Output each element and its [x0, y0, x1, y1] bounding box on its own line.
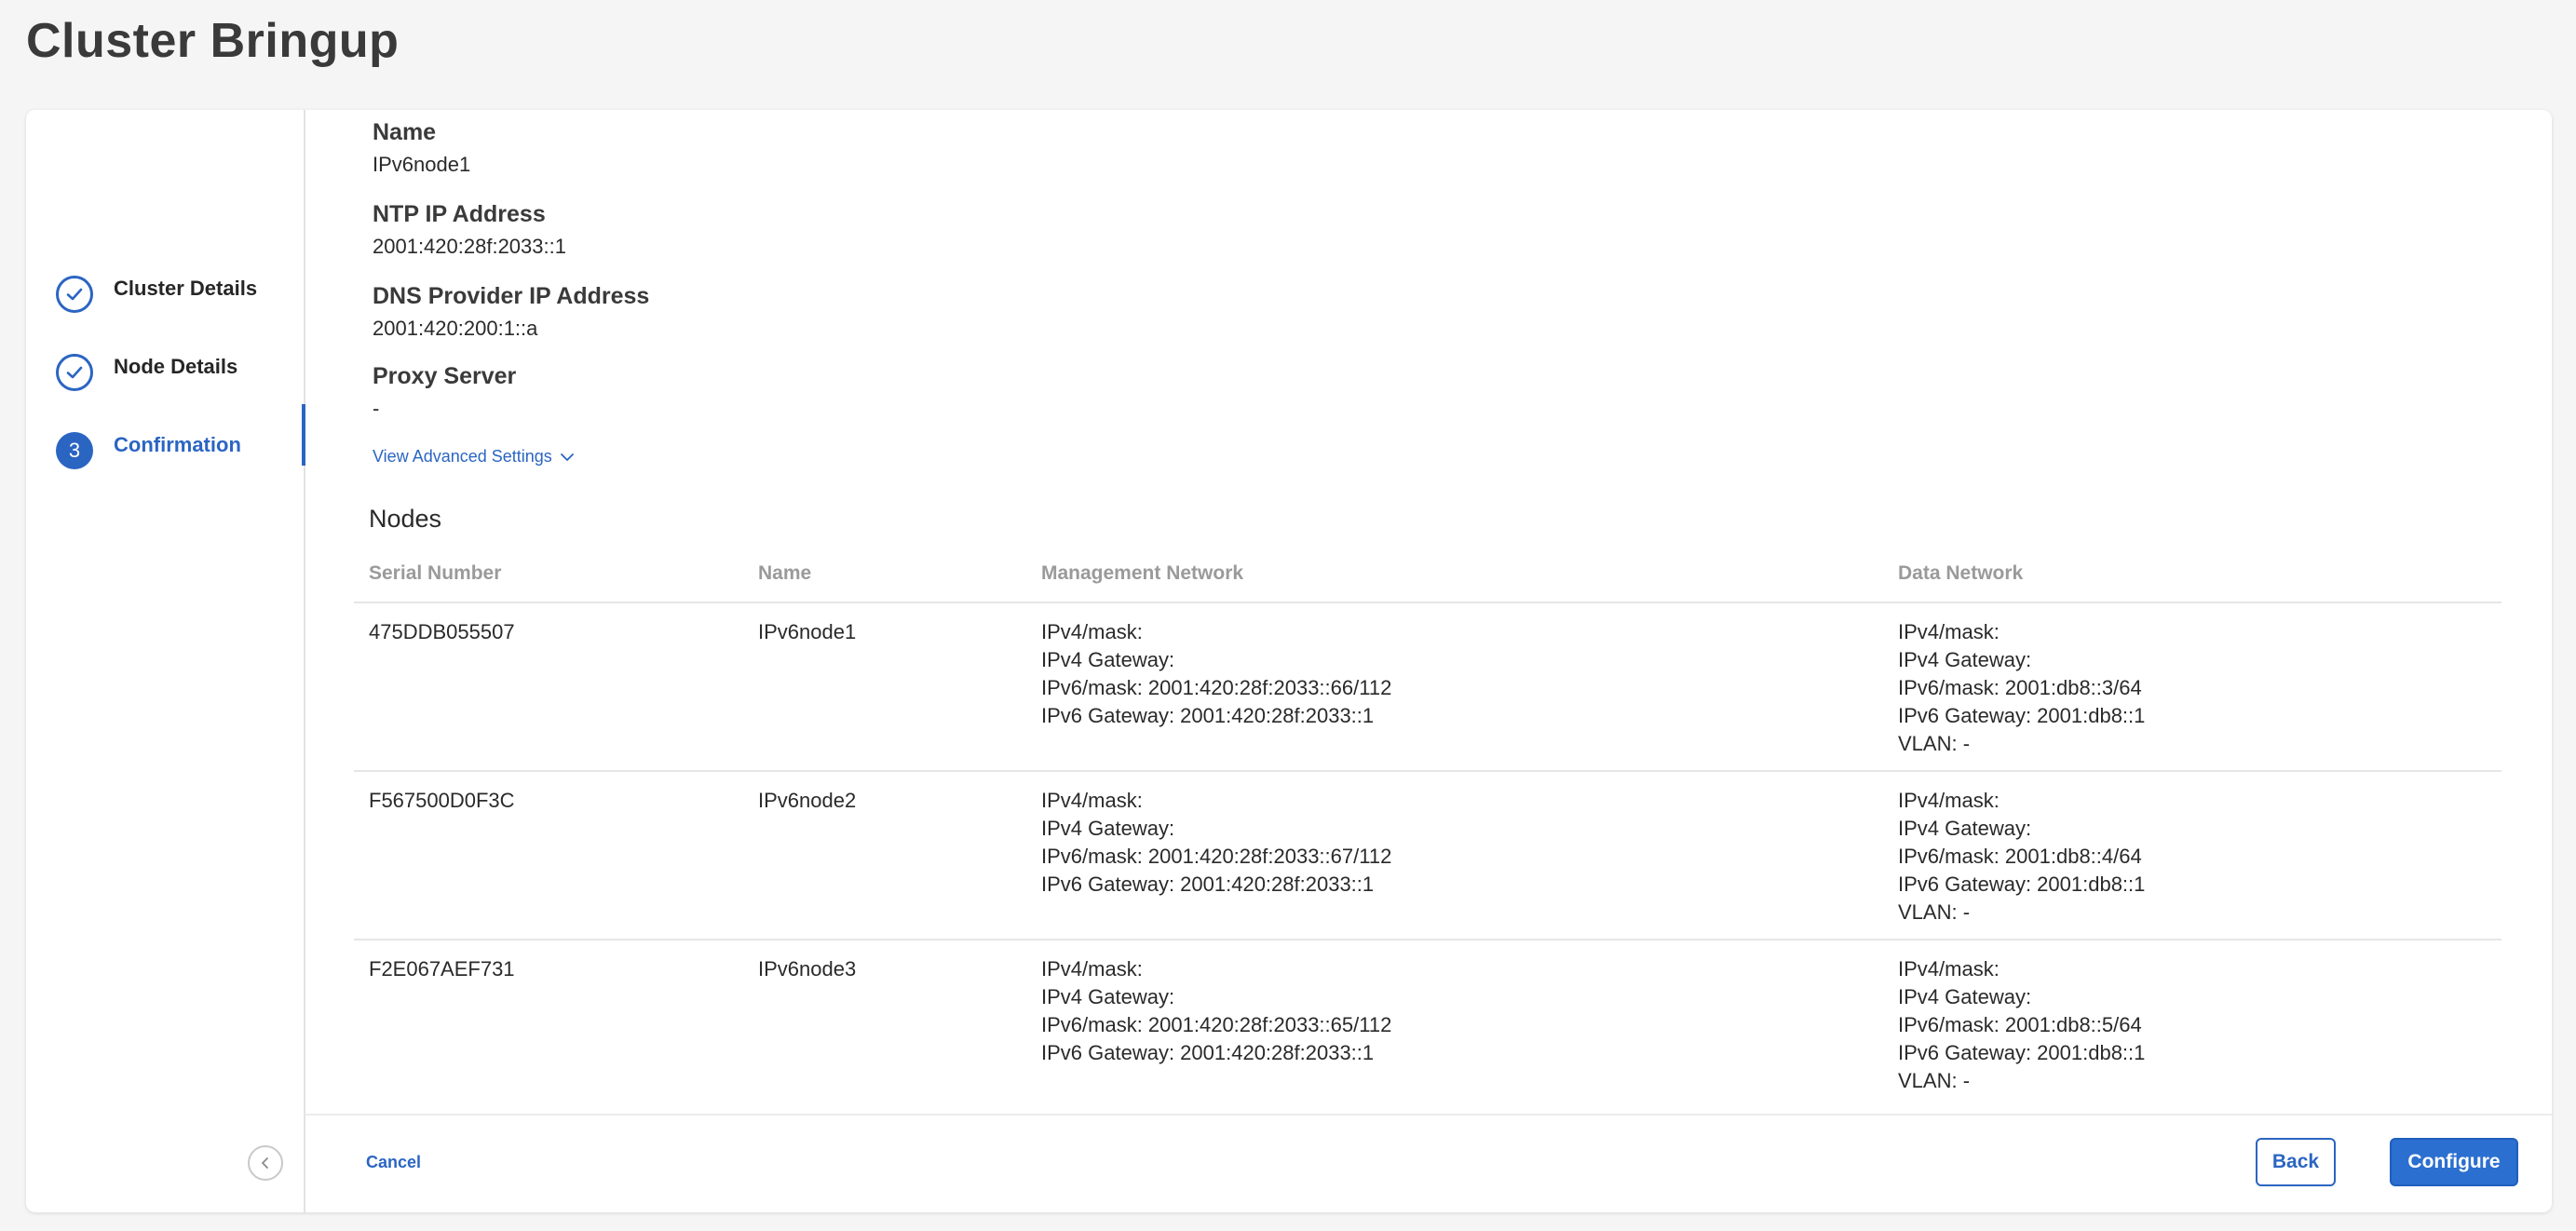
management-line: IPv4 Gateway:: [1041, 648, 1175, 671]
management-line: IPv6/mask: 2001:420:28f:2033::65/112: [1041, 1013, 1392, 1036]
check-icon: [56, 354, 93, 391]
cell-data-network: IPv4/mask: IPv4 Gateway: IPv6/mask: 2001…: [1883, 940, 2501, 1108]
table-header-row: Serial Number Name Management Network Da…: [354, 548, 2501, 603]
column-header-name: Name: [743, 548, 1026, 603]
field-label-ntp: NTP IP Address: [373, 201, 546, 227]
step-node-details[interactable]: Node Details: [56, 345, 304, 400]
cell-management: IPv4/mask: IPv4 Gateway: IPv6/mask: 2001…: [1026, 602, 1883, 772]
management-line: IPv6/mask: 2001:420:28f:2033::67/112: [1041, 845, 1392, 868]
view-advanced-settings-link[interactable]: View Advanced Settings: [373, 447, 575, 467]
step-number-badge: 3: [56, 432, 93, 469]
management-line: IPv4/mask:: [1041, 957, 1143, 981]
step-label: Cluster Details: [114, 277, 258, 300]
nodes-section-title: Nodes: [369, 505, 442, 533]
table-row: F2E067AEF731 IPv6node3 IPv4/mask: IPv4 G…: [354, 940, 2501, 1108]
collapse-sidebar-button[interactable]: [248, 1145, 283, 1181]
table-row: F567500D0F3C IPv6node2 IPv4/mask: IPv4 G…: [354, 771, 2501, 940]
column-header-management: Management Network: [1026, 548, 1883, 603]
confirmation-content: Name IPv6node1 NTP IP Address 2001:420:2…: [305, 110, 2552, 1116]
management-line: IPv6/mask: 2001:420:28f:2033::66/112: [1041, 676, 1392, 699]
data-network-line: IPv6 Gateway: 2001:db8::1: [1898, 704, 2146, 727]
cell-management: IPv4/mask: IPv4 Gateway: IPv6/mask: 2001…: [1026, 940, 1883, 1108]
management-line: IPv6 Gateway: 2001:420:28f:2033::1: [1041, 704, 1375, 727]
column-header-serial: Serial Number: [354, 548, 743, 603]
data-network-line: VLAN: -: [1898, 732, 1971, 755]
data-network-line: IPv4/mask:: [1898, 957, 2000, 981]
management-line: IPv4/mask:: [1041, 620, 1143, 643]
management-line: IPv4/mask:: [1041, 789, 1143, 812]
data-network-line: IPv4 Gateway:: [1898, 648, 2032, 671]
cell-serial: F567500D0F3C: [354, 771, 743, 940]
step-cluster-details[interactable]: Cluster Details: [56, 266, 304, 322]
field-label-name: Name: [373, 119, 437, 145]
cell-name: IPv6node3: [758, 957, 857, 981]
page-title: Cluster Bringup: [26, 14, 400, 68]
management-line: IPv4 Gateway:: [1041, 817, 1175, 840]
field-value-dns: 2001:420:200:1::a: [373, 317, 538, 340]
field-value-ntp: 2001:420:28f:2033::1: [373, 235, 566, 258]
cell-serial: F2E067AEF731: [369, 957, 515, 981]
data-network-line: IPv4/mask:: [1898, 789, 2000, 812]
field-value-proxy: -: [373, 397, 380, 420]
field-value-name: IPv6node1: [373, 153, 471, 176]
cancel-button[interactable]: Cancel: [366, 1153, 421, 1172]
back-button[interactable]: Back: [2256, 1138, 2336, 1186]
step-label: Confirmation: [114, 433, 241, 456]
column-header-data: Data Network: [1883, 548, 2501, 603]
advanced-link-label: View Advanced Settings: [373, 447, 552, 466]
management-line: IPv4 Gateway:: [1041, 985, 1175, 1008]
management-line: IPv6 Gateway: 2001:420:28f:2033::1: [1041, 873, 1375, 896]
data-network-line: IPv4/mask:: [1898, 620, 2000, 643]
data-network-line: IPv6/mask: 2001:db8::3/64: [1898, 676, 2142, 699]
cell-serial: 475DDB055507: [354, 602, 743, 772]
data-network-line: IPv4 Gateway:: [1898, 985, 2032, 1008]
field-label-dns: DNS Provider IP Address: [373, 283, 650, 309]
wizard-stepper: Cluster Details Node Details 3 Confirmat…: [26, 110, 305, 1212]
step-label: Node Details: [114, 355, 238, 378]
data-network-line: IPv6 Gateway: 2001:db8::1: [1898, 1041, 2146, 1064]
step-confirmation[interactable]: 3 Confirmation: [56, 404, 305, 479]
configure-button[interactable]: Configure: [2390, 1138, 2518, 1186]
cell-name: IPv6node2: [743, 771, 1026, 940]
table-row: 475DDB055507 IPv6node1 IPv4/mask: IPv4 G…: [354, 602, 2501, 772]
nodes-table: Serial Number Name Management Network Da…: [354, 548, 2501, 1108]
wizard-card: Cluster Details Node Details 3 Confirmat…: [26, 110, 2552, 1212]
chevron-left-icon: [262, 1157, 268, 1169]
data-network-line: VLAN: -: [1898, 900, 1971, 924]
cell-data-network: IPv4/mask: IPv4 Gateway: IPv6/mask: 2001…: [1883, 602, 2501, 772]
cell-name: IPv6node1: [743, 602, 1026, 772]
wizard-footer: Cancel Back Configure: [305, 1114, 2552, 1212]
chevron-down-icon: [560, 453, 574, 461]
data-network-line: IPv6/mask: 2001:db8::5/64: [1898, 1013, 2142, 1036]
data-network-line: IPv6/mask: 2001:db8::4/64: [1898, 845, 2142, 868]
management-line: IPv6 Gateway: 2001:420:28f:2033::1: [1041, 1041, 1375, 1064]
field-label-proxy: Proxy Server: [373, 363, 517, 389]
data-network-line: VLAN: -: [1898, 1069, 1971, 1092]
cell-management: IPv4/mask: IPv4 Gateway: IPv6/mask: 2001…: [1026, 771, 1883, 940]
check-icon: [56, 276, 93, 313]
cell-data-network: IPv4/mask: IPv4 Gateway: IPv6/mask: 2001…: [1883, 771, 2501, 940]
data-network-line: IPv4 Gateway:: [1898, 817, 2032, 840]
data-network-line: IPv6 Gateway: 2001:db8::1: [1898, 873, 2146, 896]
